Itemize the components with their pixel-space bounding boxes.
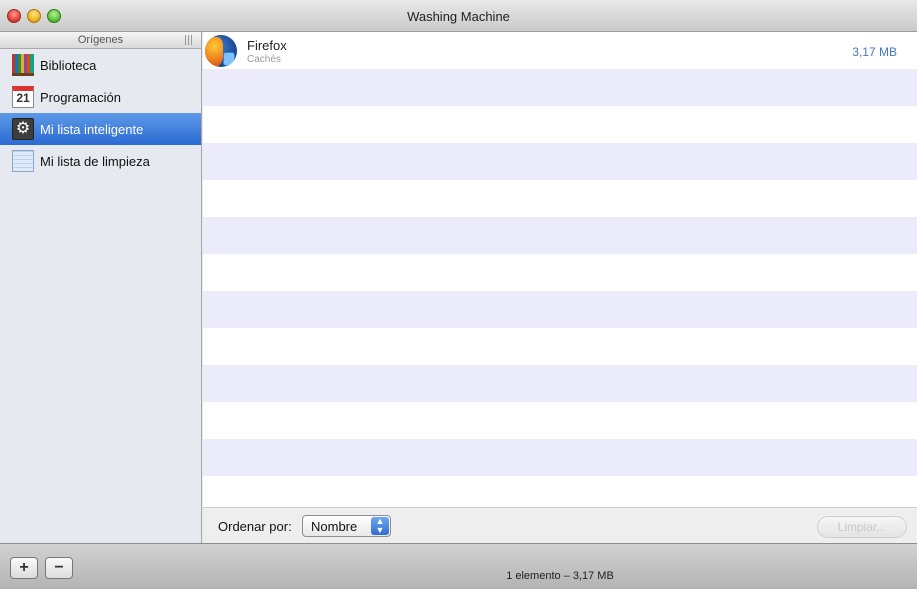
sidebar-item-mi-lista-inteligente[interactable]: ⚙ Mi lista inteligente bbox=[0, 113, 201, 145]
sidebar-item-mi-lista-de-limpieza[interactable]: Mi lista de limpieza bbox=[0, 145, 201, 177]
window-title: Washing Machine bbox=[407, 9, 510, 24]
sources-sidebar: Orígenes Biblioteca 21 Programación ⚙ Mi… bbox=[0, 32, 202, 543]
updown-arrows-icon: ▲ ▼ bbox=[371, 517, 389, 535]
smart-list-gear-icon: ⚙ bbox=[12, 118, 34, 140]
sidebar-item-programacion[interactable]: 21 Programación bbox=[0, 81, 201, 113]
status-text: 1 elemento – 3,17 MB bbox=[506, 570, 614, 582]
firefox-icon bbox=[205, 35, 237, 67]
items-list[interactable]: Firefox Cachés 3,17 MB bbox=[203, 32, 917, 507]
title-bar[interactable]: Washing Machine bbox=[0, 0, 917, 32]
item-subtitle: Cachés bbox=[247, 54, 281, 65]
sidebar-item-label: Programación bbox=[40, 89, 121, 105]
sidebar-item-label: Mi lista de limpieza bbox=[40, 153, 150, 169]
remove-source-button[interactable]: − bbox=[45, 557, 73, 579]
sort-label: Ordenar por: bbox=[218, 519, 292, 534]
item-name: Firefox bbox=[247, 38, 287, 53]
sort-bar: Ordenar por: Nombre ▲ ▼ Limpiar... bbox=[203, 507, 917, 543]
add-source-button[interactable]: + bbox=[10, 557, 38, 579]
clean-button[interactable]: Limpiar... bbox=[817, 516, 907, 538]
sources-header-label: Orígenes bbox=[77, 34, 124, 46]
list-icon bbox=[12, 150, 34, 172]
cache-badge-icon bbox=[223, 52, 235, 66]
sidebar-item-label: Mi lista inteligente bbox=[40, 121, 144, 137]
sources-header: Orígenes bbox=[0, 32, 201, 49]
sort-select[interactable]: Nombre ▲ ▼ bbox=[302, 515, 391, 537]
list-item[interactable]: Firefox Cachés 3,17 MB bbox=[203, 32, 917, 69]
sidebar-item-label: Biblioteca bbox=[40, 57, 97, 73]
resize-grip-icon[interactable] bbox=[185, 35, 193, 45]
item-size: 3,17 MB bbox=[852, 45, 897, 59]
calendar-icon: 21 bbox=[12, 86, 34, 108]
sidebar-item-biblioteca[interactable]: Biblioteca bbox=[0, 49, 201, 81]
sort-select-value: Nombre bbox=[311, 519, 358, 534]
bottom-bar: + − 1 elemento – 3,17 MB bbox=[0, 543, 917, 589]
library-icon bbox=[12, 54, 34, 76]
app-window: Washing Machine Orígenes Biblioteca 21 P… bbox=[0, 0, 917, 589]
